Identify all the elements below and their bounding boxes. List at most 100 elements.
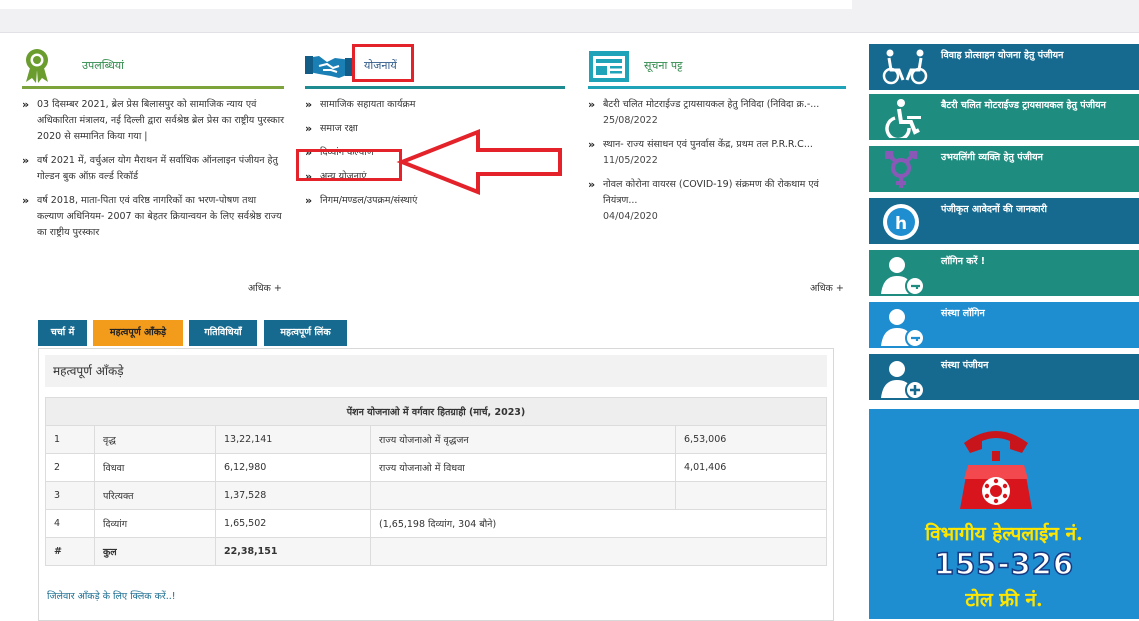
top-bar-strip xyxy=(0,0,852,9)
pension-table: पेंशन योजनाओ में वर्गवार हितग्राही (मार्… xyxy=(45,397,827,566)
wheelchair-couple-icon xyxy=(877,48,928,86)
list-item[interactable]: » स्थान- राज्य संसाधन एवं पुनर्वास केंद्र… xyxy=(588,137,846,169)
notices-more-link[interactable]: अधिक + xyxy=(810,281,844,294)
notice-text[interactable]: बैटरी चलित मोटराईज्ड ट्रायसायकल हेतु निव… xyxy=(603,99,819,110)
notice-date: 04/04/2020 xyxy=(603,211,658,222)
svg-text:h: h xyxy=(895,214,907,234)
list-item[interactable]: » वर्ष 2018, माता-पिता एवं वरिष्ठ नागरिको… xyxy=(22,193,284,241)
achievements-list: » 03 दिसम्बर 2021, ब्रेल प्रेस बिलासपुर क… xyxy=(22,97,284,241)
top-bar xyxy=(0,0,1139,33)
notice-date: 25/08/2022 xyxy=(603,115,658,126)
table-cell: 6,12,980 xyxy=(215,453,371,482)
award-medal-icon xyxy=(22,48,52,87)
table-cell xyxy=(370,537,827,566)
table-cell: कुल xyxy=(94,537,216,566)
table-cell: 1,37,528 xyxy=(215,481,371,510)
info-app-icon: h xyxy=(877,202,925,240)
notices-section: सूचना पट्ट » बैटरी चलित मोटराईज्ड ट्रायसा… xyxy=(588,46,846,225)
tab-important-links[interactable]: महत्वपूर्ण लिंक xyxy=(264,320,347,346)
stats-title: महत्वपूर्ण आँकड़े xyxy=(45,355,827,387)
table-cell: 1,65,502 xyxy=(215,509,371,538)
table-cell: 6,53,006 xyxy=(675,425,827,454)
list-item[interactable]: » सामाजिक सहायता कार्यक्रम xyxy=(305,97,565,113)
achievement-text: वर्ष 2021 में, वर्चुअल योग मैराथन में सर… xyxy=(37,155,278,182)
table-row: 1 वृद्ध 13,22,141 राज्य योजनाओ में वृद्ध… xyxy=(45,425,827,454)
institution-login-button[interactable]: संस्था लॉगिन xyxy=(869,302,1139,348)
table-cell: 22,38,151 xyxy=(215,537,371,566)
login-button[interactable]: लॉगिन करें ! xyxy=(869,250,1139,296)
achievement-text: वर्ष 2018, माता-पिता एवं वरिष्ठ नागरिकों… xyxy=(37,195,282,238)
list-item[interactable]: » नोवल कोरोना वायरस (COVID-19) संक्रमण की… xyxy=(588,177,846,225)
achievements-title: उपलब्धियां xyxy=(82,59,125,72)
tab-important-stats[interactable]: महत्वपूर्ण आँकड़े xyxy=(93,320,183,346)
helpline-number: 155-326 xyxy=(933,546,1075,582)
table-cell: # xyxy=(45,537,95,566)
table-title: पेंशन योजनाओ में वर्गवार हितग्राही (मार्… xyxy=(45,397,827,426)
sidebar-item-label: संस्था पंजीयन xyxy=(941,360,989,371)
user-key-icon xyxy=(877,306,925,348)
helpline-banner: विभागीय हेल्पलाईन नं. 155-326 टोल फ्री न… xyxy=(869,409,1139,619)
tricycle-registration-button[interactable]: बैटरी चलित मोटराईज्ड ट्रायसायकल हेतु पंज… xyxy=(869,94,1139,142)
tollfree-label: टोल फ्री नं. xyxy=(965,589,1043,611)
table-row: 2 विधवा 6,12,980 राज्य योजनाओ में विधवा … xyxy=(45,453,827,482)
notice-date: 11/05/2022 xyxy=(603,155,658,166)
sidebar-item-label: संस्था लॉगिन xyxy=(941,308,985,319)
table-cell: राज्य योजनाओ में विधवा xyxy=(370,453,676,482)
list-item[interactable]: » 03 दिसम्बर 2021, ब्रेल प्रेस बिलासपुर क… xyxy=(22,97,284,145)
arrow-annotation-icon xyxy=(396,129,562,195)
schemes-header: योजनायें xyxy=(305,46,565,86)
list-item[interactable]: » वर्ष 2021 में, वर्चुअल योग मैराथन में स… xyxy=(22,153,284,185)
sidebar-item-label: उभयलिंगी व्यक्ति हेतु पंजीयन xyxy=(941,152,1043,163)
achievement-text: 03 दिसम्बर 2021, ब्रेल प्रेस बिलासपुर को… xyxy=(37,99,284,142)
tab-activities[interactable]: गतिविधियाँ xyxy=(189,320,257,346)
sidebar-item-label: पंजीकृत आवेदनों की जानकारी xyxy=(941,204,1047,215)
notice-board-icon xyxy=(588,48,630,87)
table-cell: 1 xyxy=(45,425,95,454)
marriage-registration-button[interactable]: विवाह प्रोत्साहन योजना हेतु पंजीयन xyxy=(869,44,1139,90)
highlight-box xyxy=(352,44,414,82)
table-cell: 13,22,141 xyxy=(215,425,371,454)
achievements-header: उपलब्धियां xyxy=(22,46,284,86)
table-cell xyxy=(370,481,676,510)
sidebar-item-label: विवाह प्रोत्साहन योजना हेतु पंजीयन xyxy=(941,50,1064,61)
scheme-link[interactable]: समाज रक्षा xyxy=(320,123,358,134)
notices-header: सूचना पट्ट xyxy=(588,46,846,86)
table-cell: 3 xyxy=(45,481,95,510)
notice-text[interactable]: स्थान- राज्य संसाधन एवं पुनर्वास केंद्र,… xyxy=(603,139,813,150)
table-row: # कुल 22,38,151 xyxy=(45,537,827,566)
wheelchair-user-icon xyxy=(877,98,925,142)
table-cell: विधवा xyxy=(94,453,216,482)
registered-applications-button[interactable]: h पंजीकृत आवेदनों की जानकारी xyxy=(869,198,1139,244)
list-item[interactable]: » बैटरी चलित मोटराईज्ड ट्रायसायकल हेतु नि… xyxy=(588,97,846,129)
table-row: 4 दिव्यांग 1,65,502 (1,65,198 दिव्यांग, … xyxy=(45,509,827,538)
tab-news[interactable]: चर्चा में xyxy=(38,320,87,346)
table-cell xyxy=(675,481,827,510)
transgender-registration-button[interactable]: उभयलिंगी व्यक्ति हेतु पंजीयन xyxy=(869,146,1139,192)
helpline-label: विभागीय हेल्पलाईन नं. xyxy=(925,523,1083,545)
table-cell: परित्यक्त xyxy=(94,481,216,510)
table-cell: राज्य योजनाओ में वृद्धजन xyxy=(370,425,676,454)
schemes-rule xyxy=(305,86,565,89)
achievements-section: उपलब्धियां » 03 दिसम्बर 2021, ब्रेल प्रेस… xyxy=(22,46,284,241)
district-stats-link[interactable]: जिलेवार आँकड़े के लिए क्लिक करें..! xyxy=(47,589,176,602)
table-cell: 2 xyxy=(45,453,95,482)
notices-title: सूचना पट्ट xyxy=(644,59,683,72)
notice-text[interactable]: नोवल कोरोना वायरस (COVID-19) संक्रमण की … xyxy=(603,179,819,206)
institution-registration-button[interactable]: संस्था पंजीयन xyxy=(869,354,1139,400)
user-add-icon xyxy=(877,358,925,400)
table-cell: 4 xyxy=(45,509,95,538)
handshake-icon xyxy=(305,48,353,85)
achievements-more-link[interactable]: अधिक + xyxy=(248,281,282,294)
table-cell: (1,65,198 दिव्यांग, 304 बौने) xyxy=(370,509,827,538)
stats-panel: महत्वपूर्ण आँकड़े पेंशन योजनाओ में वर्गव… xyxy=(38,348,834,621)
sidebar-item-label: लॉगिन करें ! xyxy=(941,256,986,267)
table-cell: 4,01,406 xyxy=(675,453,827,482)
achievements-rule xyxy=(22,86,284,89)
highlight-box xyxy=(296,149,402,181)
transgender-symbol-icon xyxy=(877,150,925,188)
table-cell: दिव्यांग xyxy=(94,509,216,538)
telephone-icon xyxy=(954,421,1038,516)
scheme-link[interactable]: सामाजिक सहायता कार्यक्रम xyxy=(320,99,415,110)
table-cell: वृद्ध xyxy=(94,425,216,454)
notices-list: » बैटरी चलित मोटराईज्ड ट्रायसायकल हेतु नि… xyxy=(588,97,846,225)
